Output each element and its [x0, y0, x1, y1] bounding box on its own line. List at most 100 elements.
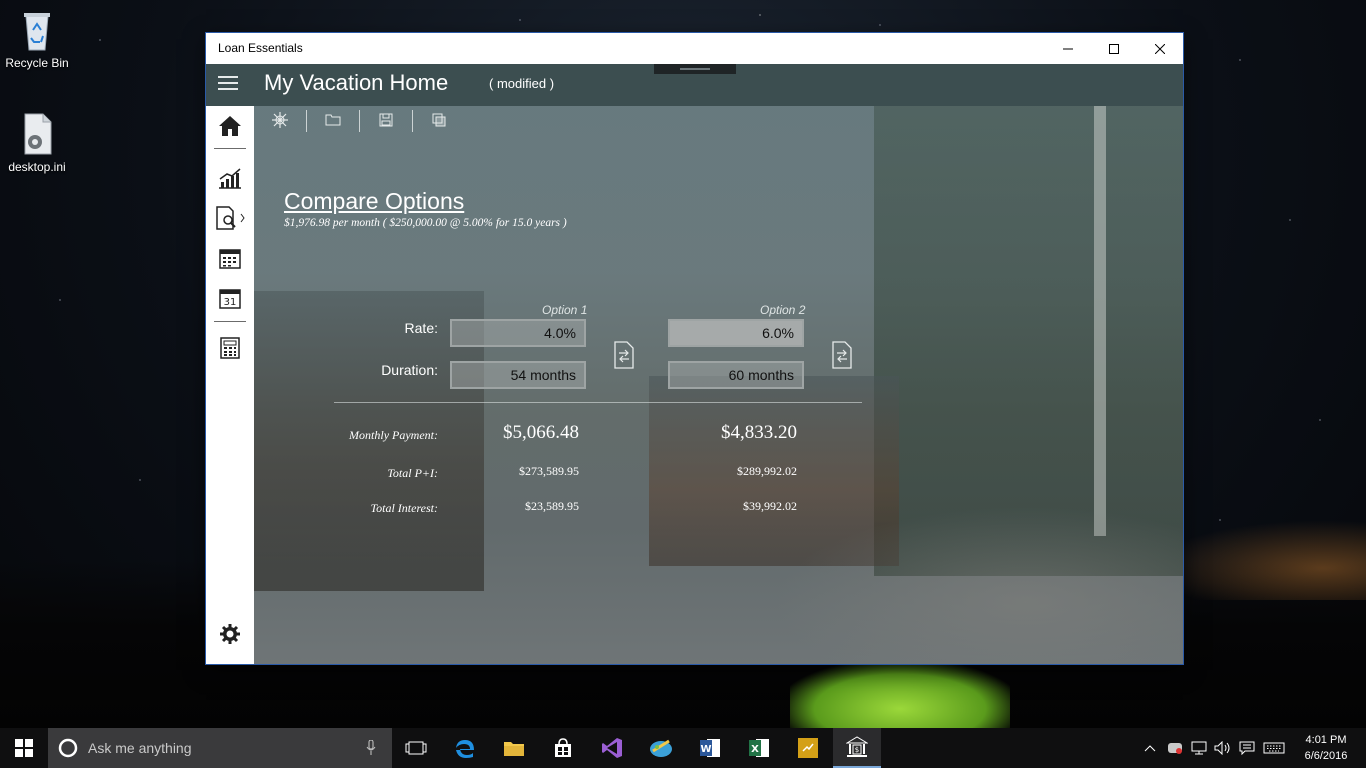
hamburger-menu-icon[interactable]	[218, 76, 238, 90]
maximize-icon	[1109, 43, 1119, 54]
desktop-icon-desktop-ini[interactable]: desktop.ini	[1, 112, 73, 174]
paint-icon	[650, 739, 672, 757]
task-view-icon	[405, 741, 427, 755]
chevron-up-icon	[1144, 745, 1156, 752]
start-button[interactable]	[0, 728, 48, 768]
taskbar-visual-studio[interactable]	[588, 728, 636, 768]
toolbar-separator	[306, 110, 307, 132]
save-button[interactable]	[373, 109, 399, 131]
window-title: Loan Essentials	[218, 41, 303, 55]
close-button[interactable]	[1137, 33, 1183, 64]
duration-label: Duration:	[381, 362, 438, 378]
volume-button[interactable]	[1212, 728, 1234, 768]
copy-icon	[432, 113, 446, 127]
desktop-icon-recycle-bin[interactable]: Recycle Bin	[1, 8, 73, 70]
option1-rate-input[interactable]: 4.0%	[450, 319, 586, 347]
sidebar: 31	[206, 106, 254, 664]
svg-text:W: W	[700, 744, 711, 755]
option2-rate-input[interactable]: 6.0%	[668, 319, 804, 347]
search-box[interactable]: Ask me anything	[48, 728, 392, 768]
microphone-icon[interactable]	[366, 740, 376, 756]
rate-label: Rate:	[404, 320, 438, 336]
taskbar-paint[interactable]	[637, 728, 685, 768]
taskbar-file-explorer[interactable]	[490, 728, 538, 768]
document-title: My Vacation Home	[264, 70, 449, 95]
sidebar-separator	[214, 321, 246, 322]
app-icon	[798, 738, 818, 758]
keyboard-icon	[1263, 742, 1285, 754]
taskbar-store[interactable]	[539, 728, 587, 768]
option1-total-pi: $273,589.95	[519, 464, 579, 478]
sidebar-item-details[interactable]	[206, 200, 254, 236]
drag-handle[interactable]	[654, 64, 736, 74]
taskbar-word[interactable]: W	[686, 728, 734, 768]
file-explorer-icon	[504, 742, 524, 756]
sidebar-item-schedule[interactable]: 31	[206, 280, 254, 316]
app-window: Loan Essentials My Vacation Home ( modif…	[206, 33, 1183, 664]
sidebar-item-charts[interactable]	[206, 160, 254, 196]
network-button[interactable]	[1188, 728, 1210, 768]
recycle-bin-icon	[17, 8, 57, 52]
option2-total-pi: $289,992.02	[737, 464, 797, 478]
store-icon	[555, 738, 571, 757]
page-title: Compare Options	[284, 188, 465, 214]
clock-date: 6/6/2016	[1304, 750, 1348, 762]
open-button[interactable]	[320, 109, 346, 131]
option1-duration-input[interactable]: 54 months	[450, 361, 586, 389]
taskbar-app[interactable]	[784, 728, 832, 768]
visual-studio-icon	[602, 738, 622, 758]
calendar-icon	[219, 249, 241, 269]
close-icon	[1155, 43, 1165, 54]
volume-icon	[1214, 741, 1230, 755]
option1-apply-button[interactable]	[613, 341, 635, 369]
wallpaper-tent	[790, 664, 1010, 728]
show-hidden-icons-button[interactable]	[1140, 728, 1160, 768]
loan-summary: $1,976.98 per month ( $250,000.00 @ 5.00…	[284, 217, 567, 229]
home-icon	[219, 116, 241, 136]
schedule-icon: 31	[219, 289, 241, 309]
document-swap-icon	[832, 341, 852, 369]
tray-app-button[interactable]	[1164, 728, 1186, 768]
minimize-button[interactable]	[1045, 33, 1091, 64]
main-content: Compare Options $1,976.98 per month ( $2…	[254, 106, 1183, 664]
cortana-icon	[58, 738, 78, 758]
notifications-icon	[1239, 741, 1255, 755]
taskbar-excel[interactable]: X	[735, 728, 783, 768]
document-swap-icon	[614, 341, 634, 369]
document-search-icon	[216, 206, 245, 230]
option1-label: Option 1	[542, 303, 588, 317]
keyboard-button[interactable]	[1261, 728, 1287, 768]
maximize-button[interactable]	[1091, 33, 1137, 64]
option2-duration-input[interactable]: 60 months	[668, 361, 804, 389]
desktop-icon-label: desktop.ini	[8, 160, 66, 174]
copy-button[interactable]	[426, 109, 452, 131]
sidebar-item-settings[interactable]	[206, 616, 254, 652]
desktop-icon-label: Recycle Bin	[5, 56, 69, 70]
option2-total-interest: $39,992.02	[743, 499, 797, 513]
taskbar-loan-essentials[interactable]: $	[833, 728, 881, 768]
minimize-icon	[1063, 48, 1073, 49]
svg-text:31: 31	[224, 297, 237, 308]
sidebar-item-calendar[interactable]	[206, 240, 254, 276]
action-center-button[interactable]	[1236, 728, 1258, 768]
open-folder-icon	[325, 114, 341, 126]
sidebar-item-calculator[interactable]	[206, 330, 254, 366]
option2-monthly-payment: $4,833.20	[721, 422, 797, 443]
system-clock[interactable]: 4:01 PM 6/6/2016	[1290, 732, 1362, 764]
taskbar-edge[interactable]	[441, 728, 489, 768]
option2-apply-button[interactable]	[831, 341, 853, 369]
task-view-button[interactable]	[392, 728, 440, 768]
search-placeholder: Ask me anything	[88, 740, 192, 756]
settings-file-icon	[17, 112, 57, 156]
taskbar: Ask me anything W X $ 4:01 PM 6/6/2016	[0, 728, 1366, 768]
toolbar-separator	[359, 110, 360, 132]
windows-logo-icon	[15, 739, 33, 757]
window-titlebar[interactable]: Loan Essentials	[206, 33, 1183, 64]
gear-icon	[220, 624, 240, 644]
loan-essentials-icon: $	[846, 736, 868, 757]
edge-icon	[456, 740, 474, 758]
total-interest-label: Total Interest:	[370, 501, 438, 515]
sidebar-item-home[interactable]	[206, 108, 254, 144]
new-button[interactable]	[267, 109, 293, 131]
option2-label: Option 2	[760, 303, 806, 317]
